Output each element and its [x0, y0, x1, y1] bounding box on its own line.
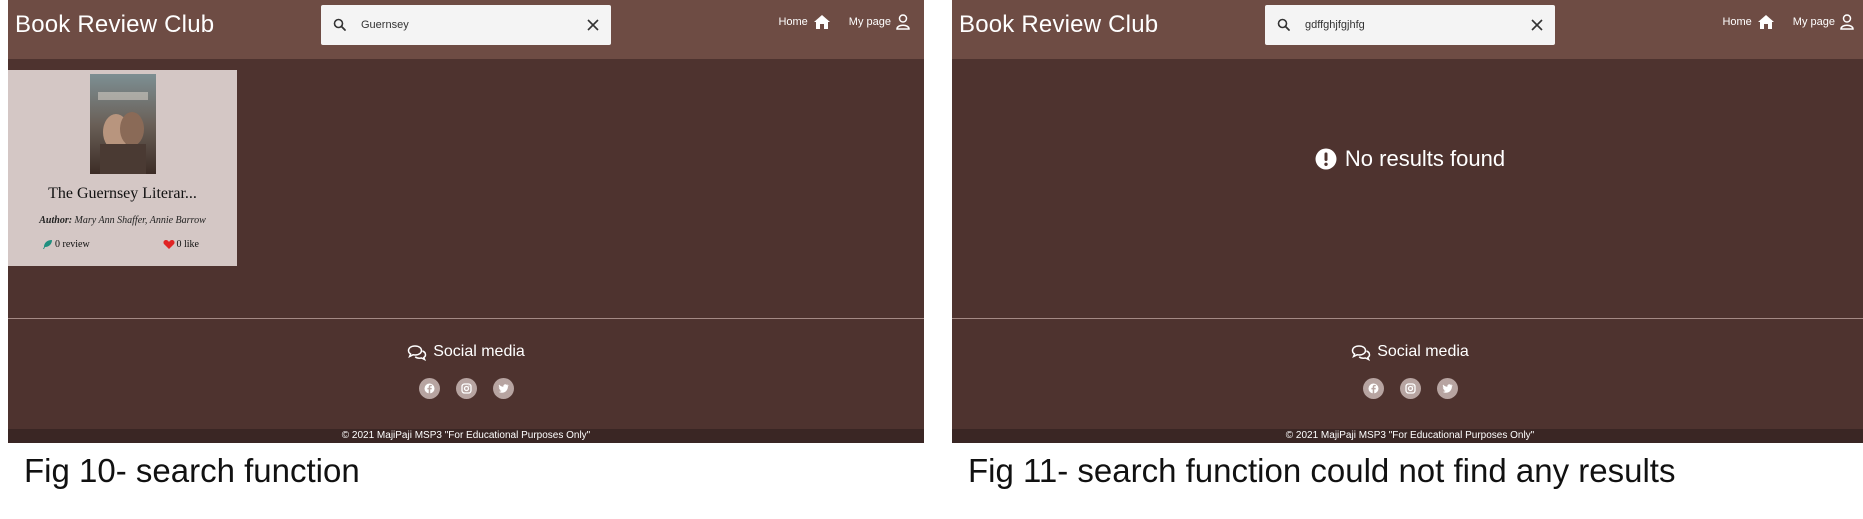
nav-mypage-link[interactable]: My page [1793, 14, 1854, 30]
nav-home-link[interactable]: Home [1722, 14, 1774, 30]
nav-home-link[interactable]: Home [778, 14, 830, 30]
heart-icon[interactable] [162, 239, 175, 250]
book-author: Author: Mary Ann Shaffer, Annie Barrow [8, 215, 237, 226]
comments-icon [1351, 344, 1371, 361]
social-media-label: Social media [1377, 343, 1469, 360]
book-cover-image[interactable] [90, 74, 156, 174]
review-count-label: 0 review [55, 239, 90, 250]
copyright-bar: © 2021 MajiPaji MSP3 "For Educational Pu… [952, 429, 1863, 443]
book-title[interactable]: The Guernsey Literar... [8, 185, 237, 203]
figure-caption: Fig 10- search function [24, 452, 360, 489]
instagram-icon[interactable] [455, 378, 477, 399]
search-input[interactable] [1305, 13, 1515, 37]
user-icon [896, 14, 910, 30]
navbar: Book Review Club Home My page [8, 0, 924, 59]
like-count-label: 0 like [176, 239, 200, 250]
search-input[interactable] [361, 13, 571, 37]
user-icon [1840, 14, 1854, 30]
nav-links: Home My page [778, 14, 910, 30]
brand-logo[interactable]: Book Review Club [15, 11, 214, 39]
close-icon[interactable] [585, 17, 601, 33]
fig10-screenshot: Book Review Club Home My page [8, 0, 924, 443]
social-media-heading: Social media [952, 343, 1863, 361]
author-label: Author: [39, 215, 73, 226]
close-icon[interactable] [1529, 17, 1545, 33]
facebook-icon[interactable] [1362, 378, 1384, 399]
nav-home-label: Home [778, 16, 808, 28]
fig11-screenshot: Book Review Club Home My page [952, 0, 1863, 443]
like-count: 0 like [162, 239, 200, 250]
social-media-label: Social media [433, 343, 525, 360]
search-box [1265, 5, 1555, 45]
nav-links: Home My page [1722, 14, 1854, 30]
review-count: 0 review [42, 239, 90, 250]
author-names: Mary Ann Shaffer, Annie Barrow [74, 215, 206, 226]
brand-logo[interactable]: Book Review Club [959, 11, 1158, 39]
navbar: Book Review Club Home My page [952, 0, 1863, 59]
nav-home-label: Home [1722, 16, 1752, 28]
footer-divider [952, 318, 1863, 319]
nav-mypage-label: My page [848, 16, 891, 28]
search-icon[interactable] [332, 17, 348, 33]
comments-icon [407, 344, 427, 361]
footer-divider [8, 318, 924, 319]
social-icons [8, 378, 924, 399]
instagram-icon[interactable] [1399, 378, 1421, 399]
search-box [321, 5, 611, 45]
no-results-text: No results found [1344, 146, 1506, 171]
home-icon [1757, 15, 1774, 29]
book-stats: 0 review 0 like [42, 239, 199, 250]
social-media-heading: Social media [8, 343, 924, 361]
feather-icon [43, 240, 52, 249]
twitter-icon[interactable] [492, 378, 514, 399]
no-results-message: No results found [952, 146, 1863, 172]
twitter-icon[interactable] [1436, 378, 1458, 399]
copyright-bar: © 2021 MajiPaji MSP3 "For Educational Pu… [8, 429, 924, 443]
nav-mypage-link[interactable]: My page [849, 14, 910, 30]
exclamation-circle-icon [1315, 148, 1337, 170]
social-icons [952, 378, 1863, 399]
nav-mypage-label: My page [1792, 16, 1835, 28]
search-icon[interactable] [1276, 17, 1292, 33]
book-card[interactable]: The Guernsey Literar... Author: Mary Ann… [8, 70, 237, 266]
home-icon [813, 15, 830, 29]
facebook-icon[interactable] [418, 378, 440, 399]
figure-caption: Fig 11- search function could not find a… [968, 452, 1676, 489]
